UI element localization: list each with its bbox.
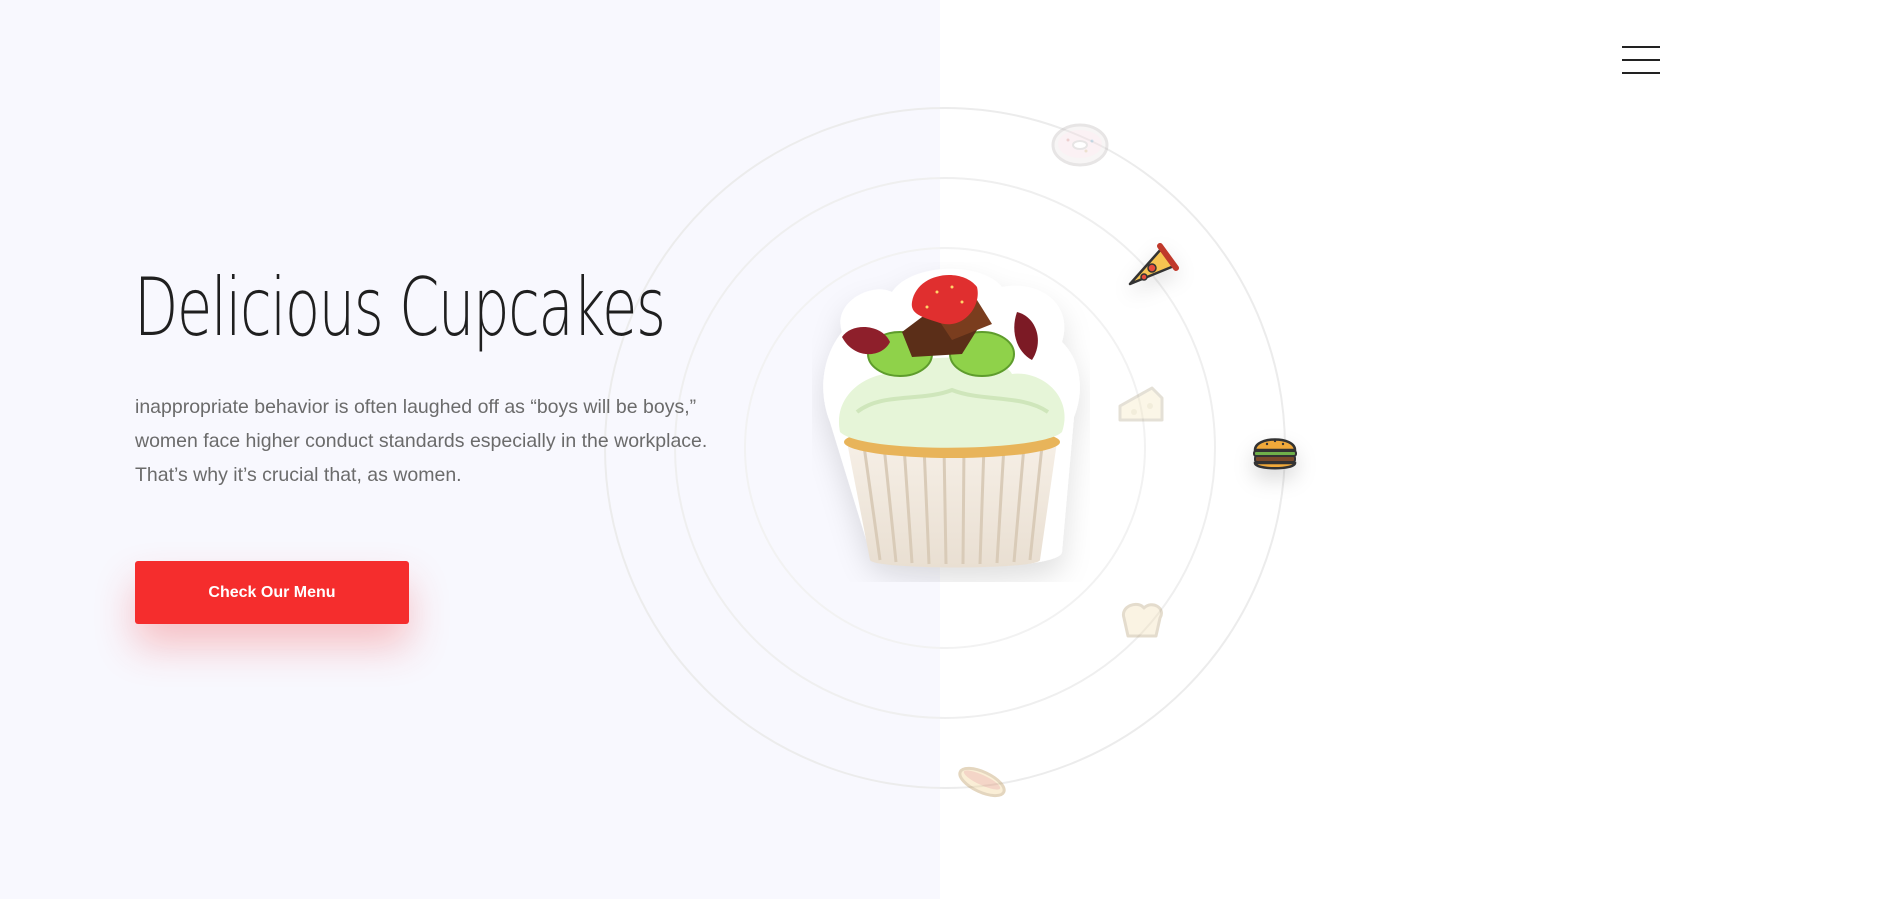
hotdog-icon [958,766,1006,798]
hamburger-line [1622,72,1660,74]
pizza-icon [1128,243,1179,286]
cheese-icon [1118,386,1164,422]
hero-description: inappropriate behavior is often laughed … [135,396,708,486]
hero-title: Delicious Cupcakes [134,261,666,354]
hamburger-line [1622,46,1660,48]
donut-icon [1051,123,1109,167]
bread-icon [1121,602,1163,638]
burger-icon [1253,438,1297,470]
hamburger-line [1622,59,1660,61]
check-menu-button[interactable]: Check Our Menu [135,561,409,624]
hamburger-menu-icon[interactable] [1622,45,1662,77]
cupcake-image [823,268,1080,568]
page: Delicious Cupcakes inappropriate behavio… [0,0,1888,899]
